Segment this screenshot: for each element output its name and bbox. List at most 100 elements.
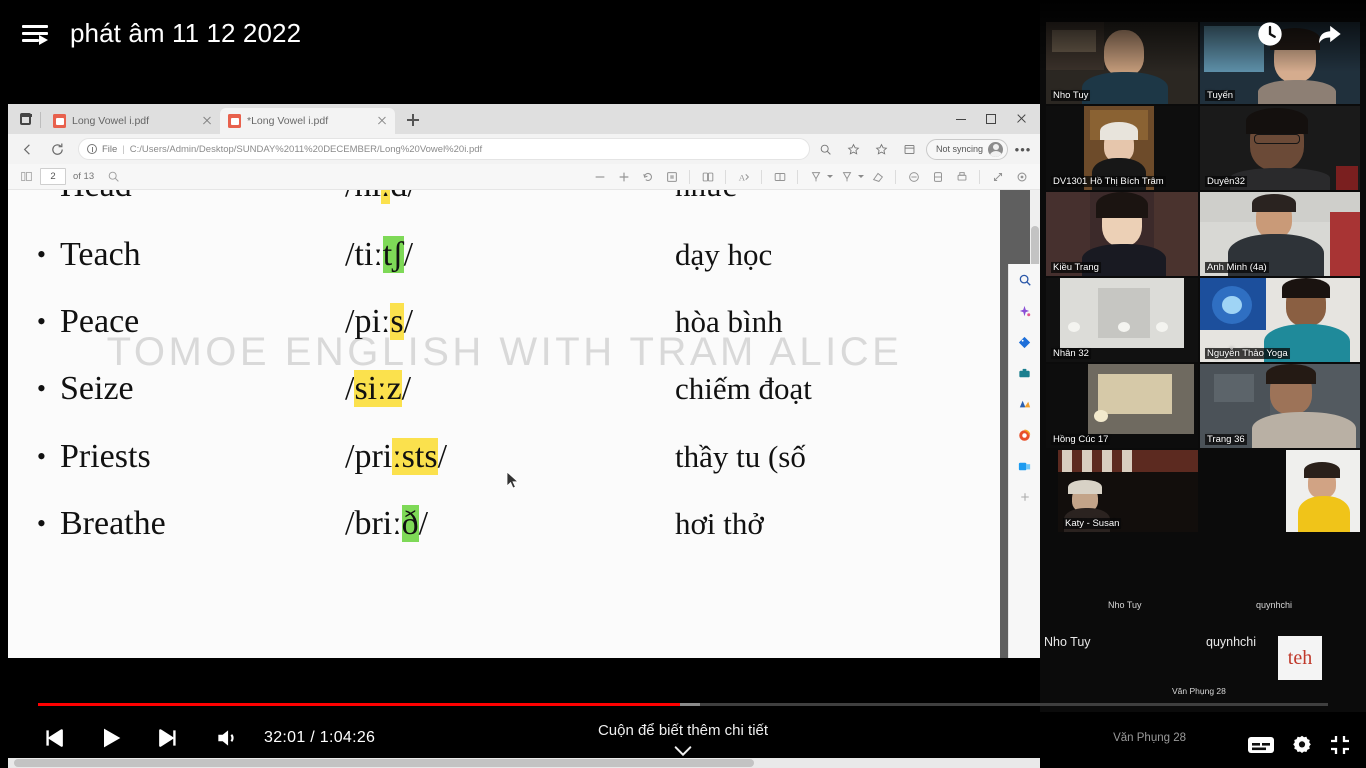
page-thumbnails-icon[interactable]	[16, 167, 37, 187]
youtube-player-page: Long Vowel i.pdf *Long Vowel i.pdf File …	[0, 0, 1366, 768]
print-icon[interactable]	[951, 167, 972, 187]
participant-tile[interactable]: Hồng Cúc 17	[1046, 364, 1198, 448]
progress-bar[interactable]	[0, 702, 1366, 706]
clock-icon[interactable]	[1256, 20, 1284, 48]
participant-label-small: quynhchi	[1256, 600, 1293, 610]
favorites-add-icon[interactable]	[842, 137, 866, 161]
participant-tile[interactable]: Anh Minh (4a)	[1200, 192, 1360, 276]
vocab-word: Priests	[60, 438, 151, 475]
vocab-word: Head	[60, 190, 345, 205]
participant-tile[interactable]: Duyên32	[1200, 106, 1360, 190]
exit-fullscreen-icon[interactable]	[1328, 733, 1352, 762]
sync-status-label: Not syncing	[935, 144, 983, 154]
add-text-icon[interactable]	[769, 167, 790, 187]
participant-tile[interactable]: Kiều Trang	[1046, 192, 1198, 276]
close-icon[interactable]	[200, 114, 214, 128]
copilot-icon[interactable]	[1015, 301, 1035, 321]
page-layout-icon[interactable]	[697, 167, 718, 187]
pdf-viewport[interactable]: TOMOE ENGLISH WITH TRAM ALICE • Head /hi…	[8, 190, 1040, 658]
zoom-out-icon[interactable]	[589, 167, 610, 187]
url-bar[interactable]: File | C:/Users/Admin/Desktop/SUNDAY%201…	[78, 138, 810, 160]
share-icon[interactable]	[1314, 20, 1344, 48]
list-bullet: •	[8, 190, 60, 199]
fullscreen-icon[interactable]	[987, 167, 1008, 187]
vocab-ipa: /hiːd/	[345, 190, 675, 205]
fit-page-icon[interactable]	[661, 167, 682, 187]
chevron-down-icon[interactable]	[858, 175, 864, 178]
list-bullet: •	[36, 442, 46, 471]
favorites-icon[interactable]	[870, 137, 894, 161]
reload-icon[interactable]	[44, 137, 70, 161]
chevron-down-icon[interactable]	[0, 744, 1366, 763]
playlist-icon[interactable]	[22, 24, 48, 45]
list-bullet: •	[36, 240, 46, 269]
highlight-icon[interactable]	[836, 167, 857, 187]
subtitles-icon[interactable]	[1246, 734, 1276, 761]
profile-sync-button[interactable]: Not syncing	[925, 138, 1008, 160]
back-arrow-icon[interactable]	[14, 137, 40, 161]
participant-label: Nho Tuy	[1044, 635, 1091, 649]
pdf-vocab-row: • Peace /piːs/ hòa bình	[8, 289, 1000, 355]
tab-search-icon[interactable]	[12, 106, 38, 132]
participant-label-small: Nho Tuy	[1108, 600, 1142, 610]
participant-tile[interactable]: Nguyễn Thảo Yoga	[1200, 278, 1360, 362]
shopping-icon[interactable]	[1015, 332, 1035, 352]
gear-icon[interactable]	[1290, 733, 1314, 762]
participant-label: quynhchi	[1206, 635, 1257, 649]
rotate-icon[interactable]	[637, 167, 658, 187]
browser-address-bar: File | C:/Users/Admin/Desktop/SUNDAY%201…	[8, 134, 1040, 164]
search-icon[interactable]	[103, 167, 124, 187]
pdf-toolbar: 2 of 13 A	[8, 164, 1040, 190]
tools-icon[interactable]	[1015, 363, 1035, 383]
participant-tile[interactable]: Nhân 32	[1046, 278, 1198, 362]
svg-text:A: A	[738, 172, 745, 182]
draw-icon[interactable]	[805, 167, 826, 187]
participant-tile[interactable]: Trang 36	[1200, 364, 1360, 448]
zoom-icon[interactable]	[814, 137, 838, 161]
new-tab-button[interactable]	[401, 108, 425, 132]
divider	[761, 169, 762, 184]
participant-tile[interactable]: Quỳnh Chi	[1286, 450, 1360, 532]
zoom-in-icon[interactable]	[613, 167, 634, 187]
vocab-word: Peace	[60, 303, 140, 340]
save-icon[interactable]	[927, 167, 948, 187]
add-icon[interactable]	[1015, 487, 1035, 507]
maximize-button[interactable]	[976, 107, 1006, 131]
page-number-input[interactable]: 2	[40, 168, 66, 185]
info-icon	[87, 144, 97, 154]
settings-icon[interactable]	[1011, 167, 1032, 187]
browser-more-button[interactable]: •••	[1012, 142, 1034, 157]
pdf-vocab-row: • Teach /tiːtʃ/ dạy học	[8, 222, 1000, 288]
pdf-page: TOMOE ENGLISH WITH TRAM ALICE • Head /hi…	[8, 190, 1000, 658]
participant-tile[interactable]: DV1301 Hồ Thị Bích Trâm	[1046, 106, 1198, 190]
participant-name: Tuyến	[1205, 90, 1236, 101]
undo-icon[interactable]	[903, 167, 924, 187]
page-count-label: of 13	[73, 171, 95, 182]
avatar-icon	[988, 141, 1003, 157]
outlook-icon[interactable]	[1015, 456, 1035, 476]
close-icon[interactable]	[375, 114, 389, 128]
pdf-vocab-row: • Priests /priːsts/ thầy tu (số	[8, 424, 1000, 490]
vocab-translation: dạy học	[675, 237, 773, 272]
minimize-button[interactable]	[946, 107, 976, 131]
pdf-vocab-row: • Seize /siːz/ chiếm đoạt	[8, 356, 1000, 422]
player-top-bar: phát âm 11 12 2022	[0, 0, 1366, 72]
participant-tile[interactable]: Katy - Susan	[1058, 450, 1198, 532]
shared-browser-window: Long Vowel i.pdf *Long Vowel i.pdf File …	[8, 104, 1040, 658]
participant-avatar-tile[interactable]: teh	[1278, 636, 1322, 680]
browser-tab-2[interactable]: *Long Vowel i.pdf	[220, 108, 395, 134]
games-icon[interactable]	[1015, 394, 1035, 414]
divider	[40, 112, 41, 128]
erase-icon[interactable]	[867, 167, 888, 187]
chevron-down-icon[interactable]	[827, 175, 833, 178]
close-window-button[interactable]	[1006, 107, 1036, 131]
search-icon[interactable]	[1015, 270, 1035, 290]
participant-name: Hồng Cúc 17	[1051, 434, 1111, 445]
video-surface[interactable]: Long Vowel i.pdf *Long Vowel i.pdf File …	[0, 0, 1366, 768]
collections-icon[interactable]	[898, 137, 922, 161]
read-aloud-icon[interactable]: A	[733, 167, 754, 187]
participant-name: Nho Tuy	[1051, 90, 1091, 101]
right-controls	[1246, 733, 1352, 762]
browser-tab-1[interactable]: Long Vowel i.pdf	[45, 108, 220, 134]
office-icon[interactable]	[1015, 425, 1035, 445]
